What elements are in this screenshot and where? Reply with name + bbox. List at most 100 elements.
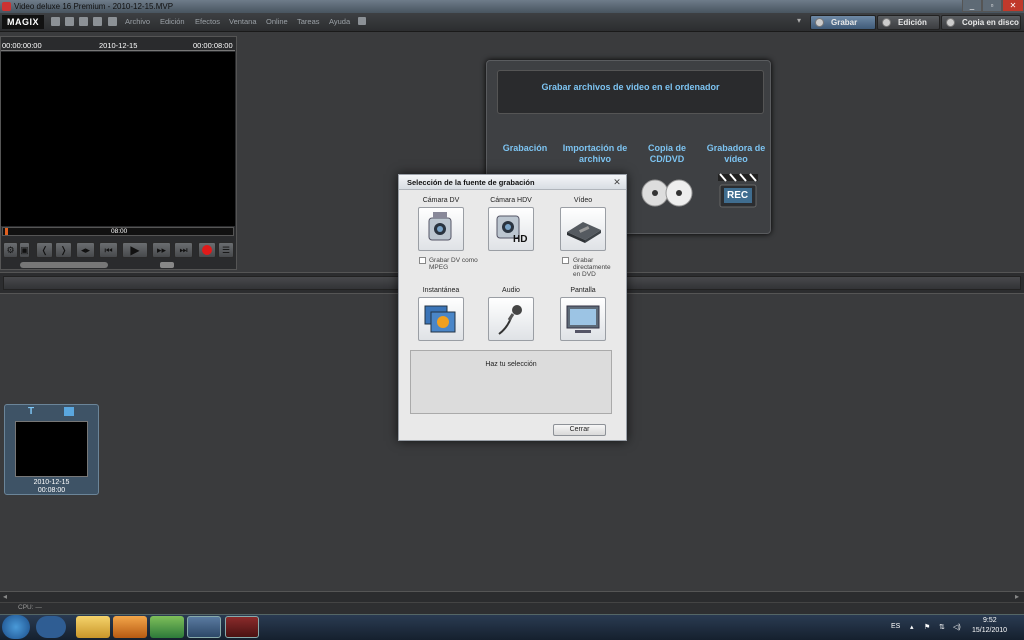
playhead-marker[interactable] bbox=[5, 228, 8, 235]
grabar-dvd-label: Grabar directamente en DVD bbox=[573, 257, 611, 278]
play-icon[interactable]: ▶ bbox=[122, 242, 148, 258]
label-camara-hdv: Cámara HDV bbox=[490, 197, 532, 204]
close-button[interactable]: ✕ bbox=[1002, 0, 1024, 12]
maximize-button[interactable]: ▫ bbox=[982, 0, 1002, 12]
explorer-icon[interactable] bbox=[76, 616, 110, 638]
menu-ventana[interactable]: Ventana bbox=[229, 17, 257, 26]
chevron-down-icon[interactable]: ▾ bbox=[797, 16, 801, 25]
dialog-close-icon[interactable]: ✕ bbox=[612, 178, 622, 187]
flag-icon[interactable]: ⚑ bbox=[924, 623, 930, 631]
grabar-dv-mpeg-label: Grabar DV como MPEG bbox=[429, 257, 478, 271]
language-indicator[interactable]: ES bbox=[891, 623, 900, 630]
menu-tareas[interactable]: Tareas bbox=[297, 17, 320, 26]
menu-archivo[interactable]: Archivo bbox=[125, 17, 150, 26]
paint-taskbar-icon[interactable] bbox=[225, 616, 259, 638]
record-icon bbox=[202, 245, 212, 255]
clock-time[interactable]: 9:52 bbox=[983, 617, 997, 624]
pantalla-button[interactable] bbox=[560, 297, 606, 341]
mode-copia-button[interactable]: Copia en disco bbox=[941, 15, 1021, 30]
clip-date: 2010-12-15 bbox=[33, 479, 70, 486]
jog-wheel[interactable] bbox=[20, 262, 108, 268]
grabar-dvd-checkbox[interactable] bbox=[562, 257, 569, 264]
microphone-icon bbox=[498, 305, 522, 335]
option-grabadora[interactable]: Grabadora de vídeo bbox=[702, 143, 770, 165]
info-icon[interactable] bbox=[358, 17, 366, 25]
cd-dvd-icon[interactable] bbox=[641, 175, 695, 211]
record-panel-header: Grabar archivos de video en el ordenador bbox=[497, 70, 764, 114]
menu-efectos[interactable]: Efectos bbox=[195, 17, 220, 26]
new-file-icon[interactable] bbox=[51, 17, 60, 26]
label-video: Vídeo bbox=[573, 197, 593, 204]
shuttle-slider[interactable] bbox=[160, 262, 174, 268]
settings-icon[interactable] bbox=[93, 17, 102, 26]
cpu-status: CPU: — bbox=[18, 604, 42, 611]
clip-preview bbox=[15, 421, 88, 477]
show-hidden-icon[interactable]: ▴ bbox=[910, 623, 914, 631]
timecode-start: 00:00:00:00 bbox=[2, 41, 42, 50]
mode-grabar-button[interactable]: Grabar bbox=[810, 15, 876, 30]
fast-forward-icon[interactable]: ▸▸ bbox=[152, 242, 171, 258]
effects-icon[interactable] bbox=[64, 407, 74, 416]
prev-marker-icon[interactable]: ❬ bbox=[36, 242, 53, 258]
record-button[interactable] bbox=[198, 242, 216, 258]
disc-mode-icon bbox=[946, 18, 955, 27]
mode-grabar-label: Grabar bbox=[831, 18, 858, 27]
dialog-title: Selección de la fuente de grabación bbox=[399, 175, 626, 190]
scroll-right-icon[interactable]: ▸ bbox=[1015, 592, 1019, 601]
volume-icon[interactable]: ◁) bbox=[953, 623, 961, 631]
selection-info-box: Haz tu selección bbox=[410, 350, 612, 414]
cerrar-button[interactable]: Cerrar bbox=[553, 424, 606, 436]
scroll-left-icon[interactable]: ◂ bbox=[3, 592, 7, 601]
magix-logo: MAGIX bbox=[2, 15, 44, 29]
clock-date[interactable]: 15/12/2010 bbox=[972, 627, 1007, 634]
settings-ctrl-icon[interactable]: ⚙ bbox=[3, 242, 18, 258]
grabar-dv-mpeg-checkbox[interactable] bbox=[419, 257, 426, 264]
edit-mode-icon bbox=[882, 18, 891, 27]
label-camara-dv: Cámara DV bbox=[422, 197, 460, 204]
mode-copia-label: Copia en disco bbox=[962, 18, 1019, 27]
menu-online[interactable]: Online bbox=[266, 17, 288, 26]
timecode-divider bbox=[1, 50, 235, 51]
option-importacion[interactable]: Importación de archivo bbox=[558, 143, 632, 165]
mode-edicion-label: Edición bbox=[898, 18, 927, 27]
magix-video-taskbar-icon[interactable] bbox=[187, 616, 221, 638]
video-source-button[interactable] bbox=[560, 207, 606, 251]
help-pointer-icon[interactable] bbox=[108, 17, 117, 26]
menu-edicion[interactable]: Edición bbox=[160, 17, 185, 26]
to-start-icon[interactable]: ⏮ bbox=[99, 242, 118, 258]
hd-badge: HD bbox=[513, 234, 528, 245]
app-icon bbox=[2, 2, 11, 11]
preview-bar-time: 08:00 bbox=[111, 228, 128, 235]
mode-edicion-button[interactable]: Edición bbox=[877, 15, 940, 30]
camara-dv-button[interactable] bbox=[418, 207, 464, 251]
ie-icon[interactable] bbox=[36, 616, 66, 638]
preview-date: 2010-12-15 bbox=[99, 41, 138, 50]
minimize-button[interactable]: _ bbox=[962, 0, 982, 12]
audio-button[interactable] bbox=[488, 297, 534, 341]
to-end-icon[interactable]: ⏭ bbox=[174, 242, 193, 258]
messenger-icon[interactable] bbox=[150, 616, 184, 638]
horizontal-scrollbar[interactable] bbox=[0, 591, 1024, 602]
next-marker-icon[interactable]: ❭ bbox=[55, 242, 72, 258]
window-title: Video deluxe 16 Premium - 2010-12-15.MVP bbox=[14, 2, 174, 11]
open-folder-icon[interactable] bbox=[65, 17, 74, 26]
option-copia-cd[interactable]: Copia de CD/DVD bbox=[640, 143, 694, 165]
media-player-icon[interactable] bbox=[113, 616, 147, 638]
option-grabacion[interactable]: Grabación bbox=[500, 143, 550, 154]
record-mode-icon bbox=[815, 18, 824, 27]
snapshot-ctrl-icon[interactable]: ▣ bbox=[19, 242, 30, 258]
step-back-icon[interactable]: ◂▸ bbox=[76, 242, 95, 258]
rec-label: REC bbox=[727, 190, 749, 201]
clip-duration: 00:08:00 bbox=[37, 487, 66, 494]
dv-camera-icon bbox=[428, 212, 452, 241]
monitor-icon bbox=[566, 305, 600, 333]
start-button[interactable] bbox=[2, 615, 30, 639]
menu-lines-icon[interactable]: ☰ bbox=[218, 242, 234, 258]
status-bar bbox=[0, 602, 1024, 614]
network-icon[interactable]: ⇅ bbox=[939, 623, 945, 631]
save-icon[interactable] bbox=[79, 17, 88, 26]
menu-ayuda[interactable]: Ayuda bbox=[329, 17, 350, 26]
title-text-icon[interactable]: T bbox=[28, 406, 34, 417]
snapshot-icon bbox=[424, 305, 456, 333]
instantanea-button[interactable] bbox=[418, 297, 464, 341]
